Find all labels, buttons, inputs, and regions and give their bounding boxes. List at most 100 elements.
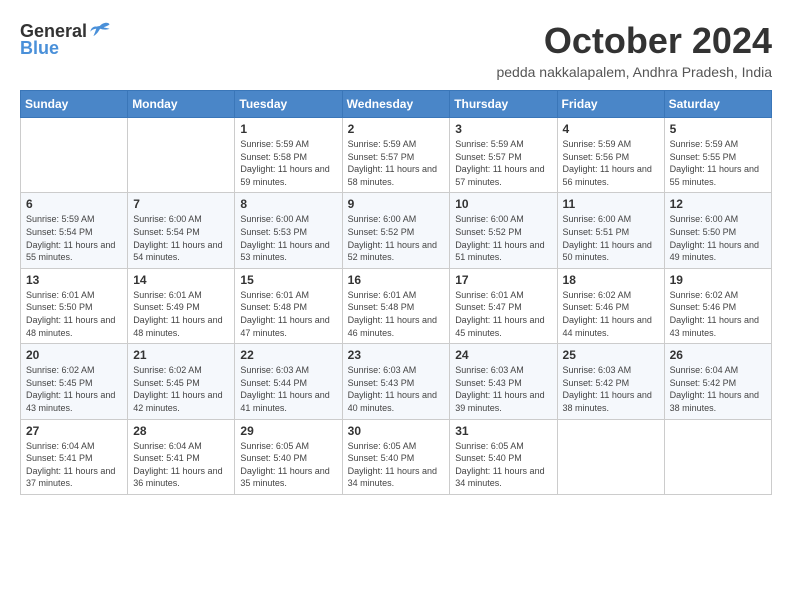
calendar-cell: 13Sunrise: 6:01 AM Sunset: 5:50 PM Dayli… (21, 268, 128, 343)
calendar-week-row: 13Sunrise: 6:01 AM Sunset: 5:50 PM Dayli… (21, 268, 772, 343)
day-number: 26 (670, 348, 766, 362)
calendar-cell (557, 419, 664, 494)
day-number: 6 (26, 197, 122, 211)
day-number: 7 (133, 197, 229, 211)
calendar-cell: 15 Sunrise: 6:01 AM Sunset: 5:48 PM Dayli… (235, 268, 342, 343)
calendar-day-header: Monday (128, 91, 235, 118)
day-info: Sunrise: 6:04 AM Sunset: 5:41 PM Dayligh… (133, 440, 229, 490)
day-info: Sunrise: 6:02 AM Sunset: 5:46 PM Dayligh… (670, 289, 766, 339)
calendar-day-header: Thursday (450, 91, 557, 118)
calendar: SundayMondayTuesdayWednesdayThursdayFrid… (20, 90, 772, 495)
day-info: Sunrise: 6:02 AM Sunset: 5:45 PM Dayligh… (133, 364, 229, 414)
calendar-day-header: Saturday (664, 91, 771, 118)
calendar-cell: 31 Sunrise: 6:05 AM Sunset: 5:40 PM Dayli… (450, 419, 557, 494)
day-number: 28 (133, 424, 229, 438)
calendar-cell: 12 Sunrise: 6:00 AM Sunset: 5:50 PM Dayli… (664, 193, 771, 268)
calendar-cell: 6 Sunrise: 5:59 AM Sunset: 5:54 PM Daylig… (21, 193, 128, 268)
calendar-day-header: Tuesday (235, 91, 342, 118)
calendar-cell: 20Sunrise: 6:02 AM Sunset: 5:45 PM Dayli… (21, 344, 128, 419)
day-info: Sunrise: 6:03 AM Sunset: 5:43 PM Dayligh… (455, 364, 551, 414)
calendar-cell (664, 419, 771, 494)
calendar-cell: 22Sunrise: 6:03 AM Sunset: 5:44 PM Dayli… (235, 344, 342, 419)
calendar-cell: 28 Sunrise: 6:04 AM Sunset: 5:41 PM Dayli… (128, 419, 235, 494)
day-number: 4 (563, 122, 659, 136)
day-number: 21 (133, 348, 229, 362)
day-info: Sunrise: 6:00 AM Sunset: 5:53 PM Dayligh… (240, 213, 336, 263)
logo: General Blue (20, 20, 111, 59)
day-number: 25 (563, 348, 659, 362)
day-info: Sunrise: 6:04 AM Sunset: 5:42 PM Dayligh… (670, 364, 766, 414)
calendar-cell: 14 Sunrise: 6:01 AM Sunset: 5:49 PM Dayli… (128, 268, 235, 343)
day-info: Sunrise: 6:03 AM Sunset: 5:42 PM Dayligh… (563, 364, 659, 414)
day-info: Sunrise: 6:01 AM Sunset: 5:49 PM Dayligh… (133, 289, 229, 339)
calendar-cell: 8 Sunrise: 6:00 AM Sunset: 5:53 PM Daylig… (235, 193, 342, 268)
day-info: Sunrise: 5:59 AM Sunset: 5:56 PM Dayligh… (563, 138, 659, 188)
title-area: October 2024 pedda nakkalapalem, Andhra … (496, 20, 772, 80)
day-number: 31 (455, 424, 551, 438)
calendar-cell: 10Sunrise: 6:00 AM Sunset: 5:52 PM Dayli… (450, 193, 557, 268)
day-info: Sunrise: 6:01 AM Sunset: 5:47 PM Dayligh… (455, 289, 551, 339)
day-info: Sunrise: 6:04 AM Sunset: 5:41 PM Dayligh… (26, 440, 122, 490)
page-header: General Blue October 2024 pedda nakkalap… (20, 20, 772, 80)
day-info: Sunrise: 6:05 AM Sunset: 5:40 PM Dayligh… (240, 440, 336, 490)
day-info: Sunrise: 6:00 AM Sunset: 5:50 PM Dayligh… (670, 213, 766, 263)
day-number: 15 (240, 273, 336, 287)
calendar-cell: 24Sunrise: 6:03 AM Sunset: 5:43 PM Dayli… (450, 344, 557, 419)
day-number: 8 (240, 197, 336, 211)
day-number: 1 (240, 122, 336, 136)
day-number: 14 (133, 273, 229, 287)
day-info: Sunrise: 5:59 AM Sunset: 5:57 PM Dayligh… (455, 138, 551, 188)
day-info: Sunrise: 6:05 AM Sunset: 5:40 PM Dayligh… (348, 440, 445, 490)
calendar-cell: 25 Sunrise: 6:03 AM Sunset: 5:42 PM Dayli… (557, 344, 664, 419)
day-number: 20 (26, 348, 122, 362)
calendar-day-header: Sunday (21, 91, 128, 118)
calendar-cell: 19Sunrise: 6:02 AM Sunset: 5:46 PM Dayli… (664, 268, 771, 343)
calendar-cell: 17 Sunrise: 6:01 AM Sunset: 5:47 PM Dayli… (450, 268, 557, 343)
calendar-cell: 27Sunrise: 6:04 AM Sunset: 5:41 PM Dayli… (21, 419, 128, 494)
day-number: 9 (348, 197, 445, 211)
day-number: 23 (348, 348, 445, 362)
day-info: Sunrise: 6:03 AM Sunset: 5:43 PM Dayligh… (348, 364, 445, 414)
day-number: 29 (240, 424, 336, 438)
calendar-cell: 1 Sunrise: 5:59 AM Sunset: 5:58 PM Daylig… (235, 118, 342, 193)
calendar-cell: 23 Sunrise: 6:03 AM Sunset: 5:43 PM Dayli… (342, 344, 450, 419)
day-info: Sunrise: 6:00 AM Sunset: 5:54 PM Dayligh… (133, 213, 229, 263)
day-info: Sunrise: 6:01 AM Sunset: 5:48 PM Dayligh… (240, 289, 336, 339)
day-info: Sunrise: 5:59 AM Sunset: 5:58 PM Dayligh… (240, 138, 336, 188)
logo-bird-icon (89, 20, 111, 42)
day-info: Sunrise: 6:01 AM Sunset: 5:48 PM Dayligh… (348, 289, 445, 339)
day-info: Sunrise: 6:02 AM Sunset: 5:46 PM Dayligh… (563, 289, 659, 339)
calendar-cell: 3Sunrise: 5:59 AM Sunset: 5:57 PM Daylig… (450, 118, 557, 193)
day-info: Sunrise: 6:00 AM Sunset: 5:51 PM Dayligh… (563, 213, 659, 263)
day-number: 30 (348, 424, 445, 438)
calendar-cell: 11Sunrise: 6:00 AM Sunset: 5:51 PM Dayli… (557, 193, 664, 268)
day-info: Sunrise: 6:03 AM Sunset: 5:44 PM Dayligh… (240, 364, 336, 414)
day-number: 12 (670, 197, 766, 211)
day-number: 2 (348, 122, 445, 136)
calendar-header-row: SundayMondayTuesdayWednesdayThursdayFrid… (21, 91, 772, 118)
calendar-week-row: 1 Sunrise: 5:59 AM Sunset: 5:58 PM Daylig… (21, 118, 772, 193)
calendar-cell (128, 118, 235, 193)
calendar-cell: 18 Sunrise: 6:02 AM Sunset: 5:46 PM Dayli… (557, 268, 664, 343)
location: pedda nakkalapalem, Andhra Pradesh, Indi… (496, 64, 772, 80)
calendar-cell: 4 Sunrise: 5:59 AM Sunset: 5:56 PM Daylig… (557, 118, 664, 193)
calendar-cell: 7 Sunrise: 6:00 AM Sunset: 5:54 PM Daylig… (128, 193, 235, 268)
calendar-cell: 16 Sunrise: 6:01 AM Sunset: 5:48 PM Dayli… (342, 268, 450, 343)
day-info: Sunrise: 6:05 AM Sunset: 5:40 PM Dayligh… (455, 440, 551, 490)
calendar-week-row: 6 Sunrise: 5:59 AM Sunset: 5:54 PM Daylig… (21, 193, 772, 268)
calendar-day-header: Wednesday (342, 91, 450, 118)
day-number: 17 (455, 273, 551, 287)
calendar-cell (21, 118, 128, 193)
day-number: 16 (348, 273, 445, 287)
day-number: 10 (455, 197, 551, 211)
calendar-week-row: 20 Sunrise: 6:02 AM Sunset: 5:45 PM Dayli… (21, 344, 772, 419)
month-title: October 2024 (496, 20, 772, 62)
calendar-cell: 9Sunrise: 6:00 AM Sunset: 5:52 PM Daylig… (342, 193, 450, 268)
calendar-cell: 5Sunrise: 5:59 AM Sunset: 5:55 PM Daylig… (664, 118, 771, 193)
calendar-cell: 29 Sunrise: 6:05 AM Sunset: 5:40 PM Dayli… (235, 419, 342, 494)
calendar-day-header: Friday (557, 91, 664, 118)
day-info: Sunrise: 5:59 AM Sunset: 5:55 PM Dayligh… (670, 138, 766, 188)
day-info: Sunrise: 5:59 AM Sunset: 5:54 PM Dayligh… (26, 213, 122, 263)
day-number: 18 (563, 273, 659, 287)
calendar-cell: 2Sunrise: 5:59 AM Sunset: 5:57 PM Daylig… (342, 118, 450, 193)
